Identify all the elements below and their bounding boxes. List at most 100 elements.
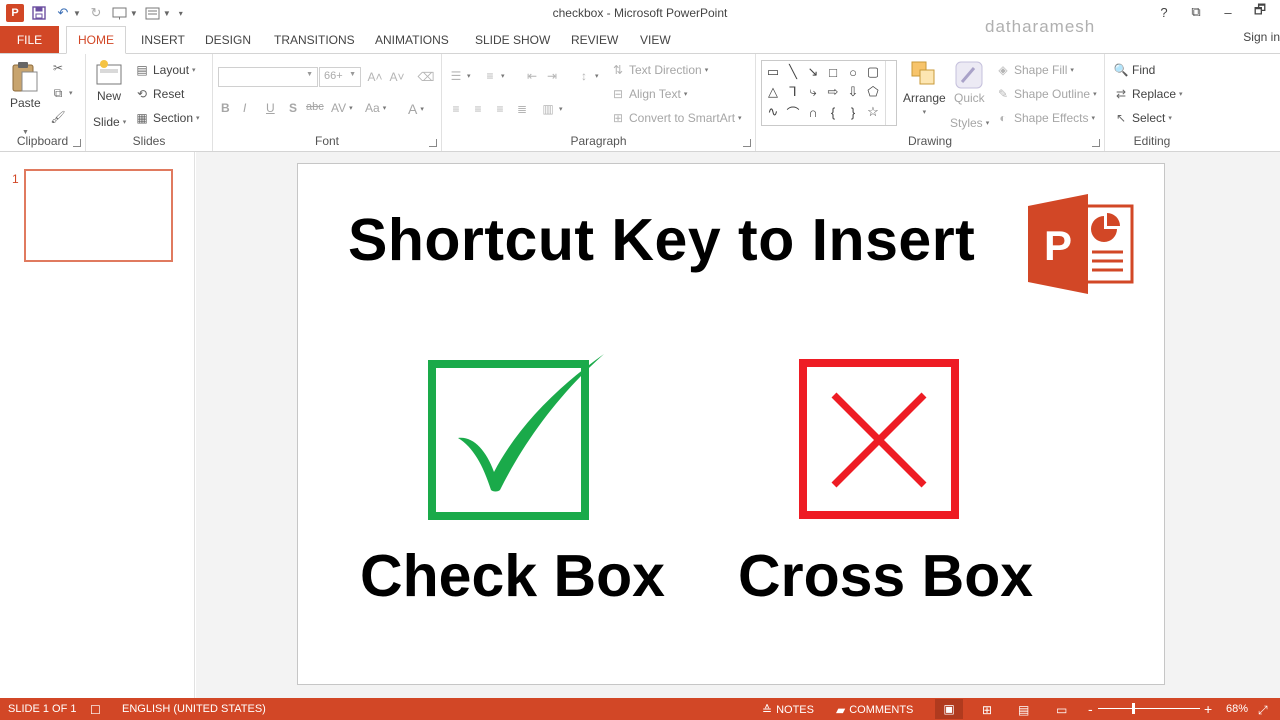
underline-button[interactable]: U: [266, 101, 275, 115]
fit-to-window-button[interactable]: ⤢: [1258, 703, 1268, 718]
right-arrow-shape-icon[interactable]: ⇨: [824, 83, 842, 101]
tab-file[interactable]: FILE: [0, 26, 59, 53]
textbox-shape-icon[interactable]: ▭: [764, 63, 782, 81]
section-button[interactable]: ▦ Section ▾: [134, 110, 199, 126]
select-button[interactable]: ↖ Select ▾: [1113, 110, 1172, 126]
find-button[interactable]: 🔍 Find: [1113, 62, 1156, 78]
zoom-out-button[interactable]: -: [1088, 701, 1093, 717]
drawing-launcher-icon[interactable]: [1092, 139, 1100, 147]
down-arrow-shape-icon[interactable]: ⇩: [844, 83, 862, 101]
new-slide-dropdown[interactable]: Slide ▾: [93, 115, 126, 129]
reset-button[interactable]: ⟲ Reset: [134, 86, 184, 102]
align-right-button[interactable]: ≡: [492, 101, 508, 117]
minimize-icon[interactable]: –: [1214, 2, 1242, 22]
normal-view-button[interactable]: ▣: [935, 699, 963, 719]
curve-shape-icon[interactable]: ⌒: [784, 103, 802, 121]
tab-insert[interactable]: INSERT: [137, 26, 189, 54]
replace-button[interactable]: ⇄ Replace ▾: [1113, 86, 1183, 102]
save-icon[interactable]: [30, 4, 48, 22]
help-icon[interactable]: ?: [1150, 2, 1178, 22]
decrease-indent-button[interactable]: ⇤: [524, 68, 540, 84]
clipboard-launcher-icon[interactable]: [73, 139, 81, 147]
increase-indent-button[interactable]: ⇥: [544, 68, 560, 84]
slide-thumbnail[interactable]: [24, 169, 173, 262]
comments-button[interactable]: ▰ COMMENTS: [836, 703, 913, 717]
freeform-shape-icon[interactable]: ∿: [764, 103, 782, 121]
reading-view-button[interactable]: ▤: [1018, 703, 1029, 717]
spelling-button[interactable]: ☐: [90, 703, 101, 717]
customize-qat-icon[interactable]: ▾: [179, 9, 183, 18]
convert-smartart-button[interactable]: ⊞ Convert to SmartArt ▾: [610, 110, 742, 126]
shrink-font-button[interactable]: A˅: [389, 69, 405, 85]
paste-button[interactable]: Paste: [10, 60, 41, 110]
tab-home[interactable]: HOME: [66, 26, 126, 54]
layout-dropdown-icon[interactable]: ▼: [163, 9, 171, 18]
tab-animations[interactable]: ANIMATIONS: [371, 26, 453, 54]
zoom-in-button[interactable]: +: [1204, 701, 1212, 717]
text-direction-button[interactable]: ⇅ Text Direction ▾: [610, 62, 708, 78]
new-slide-button[interactable]: New: [94, 58, 124, 103]
quick-styles-dropdown[interactable]: Styles ▾: [950, 116, 989, 130]
elbow-arrow-shape-icon[interactable]: ⤷: [804, 83, 822, 101]
slide-title[interactable]: Shortcut Key to Insert: [348, 206, 975, 274]
character-spacing-button[interactable]: AV ▾: [331, 101, 353, 115]
format-painter-button[interactable]: 🖌: [50, 109, 66, 125]
left-brace-shape-icon[interactable]: {: [824, 103, 842, 121]
check-box-label[interactable]: Check Box: [360, 542, 665, 610]
star-shape-icon[interactable]: ☆: [864, 103, 882, 121]
oval-shape-icon[interactable]: ○: [844, 63, 862, 81]
zoom-percent[interactable]: 68%: [1226, 703, 1248, 715]
tab-slide-show[interactable]: SLIDE SHOW: [471, 26, 554, 54]
font-name-combobox[interactable]: ▼: [218, 67, 318, 87]
layout-button[interactable]: ▤ Layout ▾: [134, 62, 195, 78]
cut-button[interactable]: ✂: [50, 60, 66, 76]
tab-view[interactable]: VIEW: [636, 26, 675, 54]
font-size-combobox[interactable]: 66+ ▼: [319, 67, 361, 87]
align-text-button[interactable]: ⊟ Align Text ▾: [610, 86, 687, 102]
arrange-button[interactable]: Arrange ▾: [903, 60, 946, 116]
right-brace-shape-icon[interactable]: }: [844, 103, 862, 121]
center-button[interactable]: ≡: [470, 101, 486, 117]
powerpoint-app-icon[interactable]: P: [6, 4, 24, 22]
italic-button[interactable]: I: [243, 101, 246, 115]
justify-button[interactable]: ≣: [514, 101, 530, 117]
layout-icon[interactable]: [144, 4, 162, 22]
font-color-button[interactable]: A ▾: [408, 101, 424, 117]
bold-button[interactable]: B: [221, 101, 230, 115]
numbering-button[interactable]: ≡ ▾: [482, 68, 504, 84]
cross-box-label[interactable]: Cross Box: [738, 542, 1033, 610]
shapes-gallery[interactable]: ▭ ╲ ↘ □ ○ ▢ △ ⅂ ⤷ ⇨ ⇩ ⬠ ∿ ⌒ ∩ { } ☆: [761, 60, 897, 126]
language-indicator[interactable]: ENGLISH (UNITED STATES): [122, 703, 266, 715]
slideshow-dropdown-icon[interactable]: ▼: [130, 9, 138, 18]
paragraph-launcher-icon[interactable]: [743, 139, 751, 147]
arrow-line-shape-icon[interactable]: ↘: [804, 63, 822, 81]
zoom-slider[interactable]: [1098, 708, 1200, 709]
shape-effects-button[interactable]: ◐ Shape Effects ▾: [995, 110, 1095, 126]
text-shadow-button[interactable]: S: [289, 101, 297, 115]
rounded-rect-shape-icon[interactable]: ▢: [864, 63, 882, 81]
triangle-shape-icon[interactable]: △: [764, 83, 782, 101]
tab-review[interactable]: REVIEW: [567, 26, 622, 54]
font-launcher-icon[interactable]: [429, 139, 437, 147]
restore-icon[interactable]: 🗗: [1246, 2, 1274, 22]
line-shape-icon[interactable]: ╲: [784, 63, 802, 81]
check-box-icon[interactable]: [428, 350, 608, 525]
align-left-button[interactable]: ≡: [448, 101, 464, 117]
ribbon-display-options-icon[interactable]: ⧉: [1182, 2, 1210, 22]
grow-font-button[interactable]: A˄: [367, 69, 383, 85]
arc-shape-icon[interactable]: ∩: [804, 103, 822, 121]
notes-button[interactable]: ≙ NOTES: [762, 703, 814, 717]
shapes-gallery-scrollbar[interactable]: [885, 61, 896, 125]
strikethrough-button[interactable]: abc: [306, 101, 324, 113]
elbow-connector-shape-icon[interactable]: ⅂: [784, 83, 802, 101]
sign-in-link[interactable]: Sign in: [1243, 30, 1280, 44]
tab-design[interactable]: DESIGN: [201, 26, 255, 54]
slide-sorter-button[interactable]: ⊞: [982, 703, 992, 717]
slide-canvas[interactable]: Shortcut Key to Insert P Check Box Cross…: [297, 163, 1165, 685]
shape-outline-button[interactable]: ✎ Shape Outline ▾: [995, 86, 1097, 102]
clear-formatting-button[interactable]: ⌫: [418, 69, 435, 85]
copy-button[interactable]: ⧉ ▾: [50, 85, 73, 101]
slide-show-button[interactable]: ▭: [1056, 703, 1067, 717]
start-from-beginning-icon[interactable]: [111, 4, 129, 22]
undo-dropdown-icon[interactable]: ▼: [73, 9, 81, 18]
